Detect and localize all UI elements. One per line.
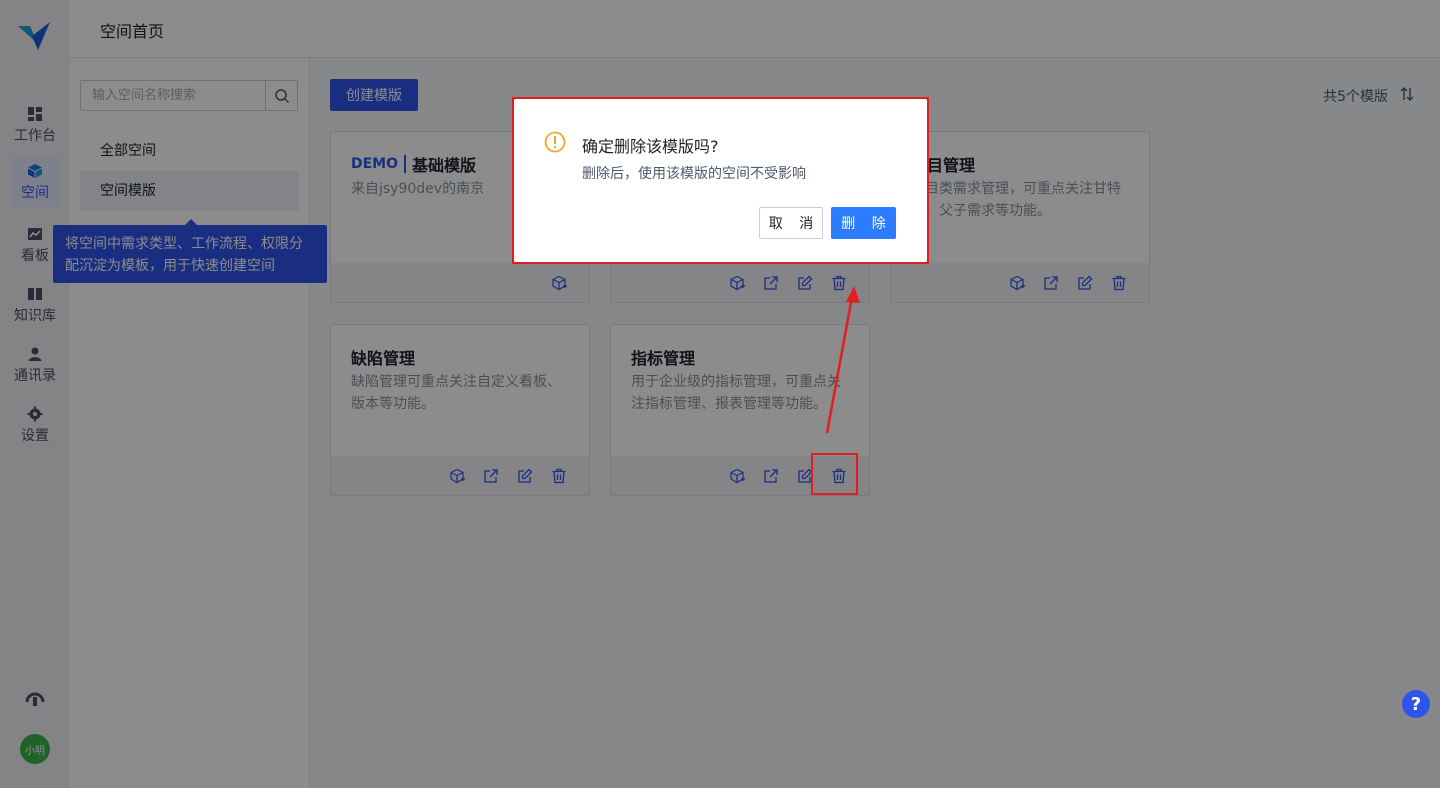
delete-icon-highlight-annotation <box>811 453 858 495</box>
dialog-highlight-annotation <box>512 97 929 264</box>
help-button[interactable]: ? <box>1402 690 1430 718</box>
